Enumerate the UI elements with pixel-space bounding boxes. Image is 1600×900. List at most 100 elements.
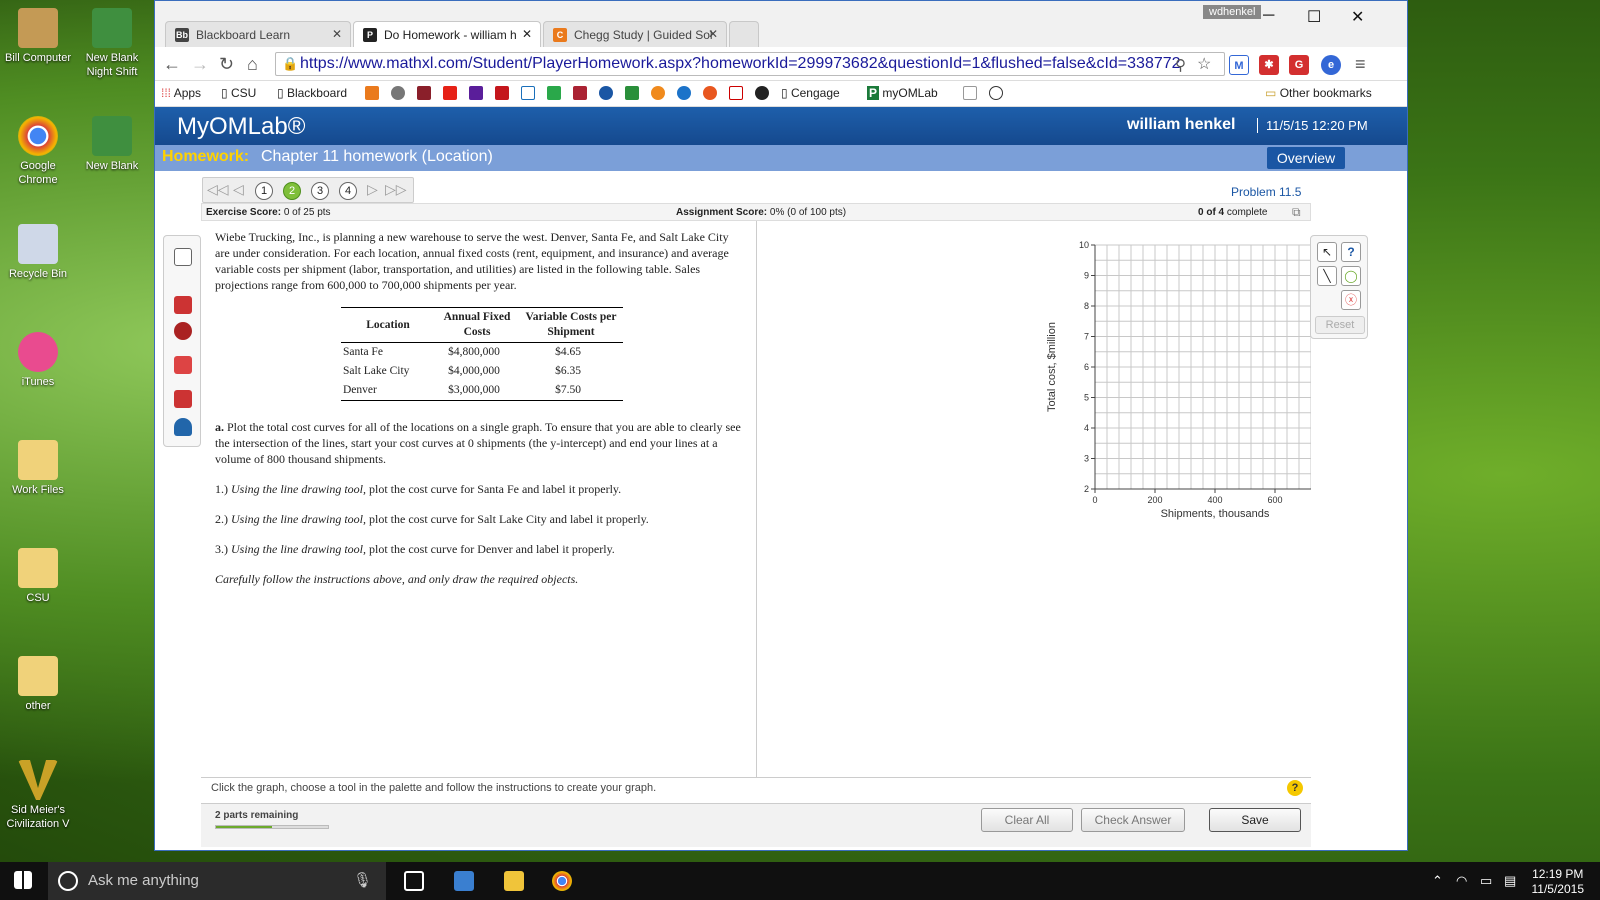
apple-icon[interactable] — [391, 86, 405, 100]
chegg-icon: C — [553, 28, 567, 42]
pencil-icon[interactable] — [174, 248, 192, 266]
dollar-icon[interactable] — [547, 86, 561, 100]
desktop-icon-civilization[interactable]: Sid Meier's Civilization V — [2, 760, 74, 831]
extension-icon[interactable]: e — [1321, 55, 1341, 75]
tab-blackboard[interactable]: Bb Blackboard Learn ✕ — [165, 21, 351, 47]
desktop-icon-new-blank[interactable]: New Blank — [76, 116, 148, 173]
last-question-icon[interactable]: ▷▷ — [385, 181, 407, 198]
popout-icon[interactable]: ⧉ — [1292, 205, 1301, 220]
pointer-tool-icon[interactable]: ↖ — [1317, 242, 1337, 262]
bookmark-icon[interactable] — [703, 86, 717, 100]
question-1-button[interactable]: 1 — [255, 182, 273, 200]
info-icon[interactable] — [521, 86, 535, 100]
bookmark-icon[interactable] — [417, 86, 431, 100]
gmail-icon[interactable]: M — [1229, 55, 1249, 75]
desktop-icon-bill-computer[interactable]: Bill Computer — [2, 8, 74, 65]
calculator-icon[interactable] — [174, 296, 192, 314]
minimize-icon[interactable]: ─ — [1263, 7, 1274, 25]
yahoo-icon[interactable] — [469, 86, 483, 100]
prev-question-icon[interactable]: ◁ — [233, 181, 244, 198]
bookmark-icon[interactable] — [599, 86, 613, 100]
url-bar[interactable]: 🔒 https://www.mathxl.com/Student/PlayerHo… — [275, 52, 1225, 76]
task-view-icon[interactable] — [404, 871, 424, 891]
bookmark-icon[interactable] — [573, 86, 587, 100]
desktop-icon-other[interactable]: other — [2, 656, 74, 713]
question-4-button[interactable]: 4 — [339, 182, 357, 200]
star-icon[interactable]: ☆ — [1197, 54, 1211, 74]
desktop-icon-recycle-bin[interactable]: Recycle Bin — [2, 224, 74, 281]
battery-icon[interactable]: ▭ — [1480, 873, 1492, 889]
chegg-icon[interactable] — [365, 86, 379, 100]
windows-start-icon[interactable] — [14, 871, 32, 889]
menu-icon[interactable]: ≡ — [1355, 54, 1366, 75]
bookmark-other[interactable]: ▭ Other bookmarks — [1265, 86, 1372, 100]
first-question-icon[interactable]: ◁◁ — [207, 181, 229, 198]
back-icon[interactable]: ← — [163, 54, 181, 75]
label-tool-icon[interactable]: ◯ — [1341, 266, 1361, 286]
close-tab-icon[interactable]: ✕ — [332, 27, 342, 41]
cost-graph[interactable]: 02004006008002345678910Shipments, thousa… — [761, 221, 1343, 541]
file-explorer-icon[interactable] — [504, 871, 524, 891]
desktop-icon-google-chrome[interactable]: Google Chrome — [2, 116, 74, 187]
chrome-taskbar-icon[interactable] — [552, 871, 572, 891]
reload-icon[interactable]: ↻ — [219, 54, 234, 75]
line-tool-icon[interactable]: ╲ — [1317, 266, 1337, 286]
extension-icon[interactable]: G — [1289, 55, 1309, 75]
overview-button[interactable]: Overview — [1267, 147, 1345, 169]
desktop-icon-csu[interactable]: CSU — [2, 548, 74, 605]
desktop-icon-new-blank-night-shift[interactable]: New Blank Night Shift — [76, 8, 148, 79]
question-3-button[interactable]: 3 — [311, 182, 329, 200]
home-icon[interactable]: ⌂ — [247, 54, 258, 75]
youtube-icon[interactable] — [443, 86, 457, 100]
print-icon[interactable] — [174, 418, 192, 436]
textbook-icon[interactable] — [174, 356, 192, 374]
delete-tool-icon[interactable]: ⓧ — [1341, 290, 1361, 310]
desktop-icon-itunes[interactable]: iTunes — [2, 332, 74, 389]
bookmark-icon[interactable] — [729, 86, 743, 100]
bookmark-icon[interactable] — [677, 86, 691, 100]
notification-icon[interactable]: ▤ — [1504, 873, 1516, 889]
tab-chegg[interactable]: C Chegg Study | Guided Sol ✕ — [543, 21, 727, 47]
bookmark-blackboard[interactable]: ▯ Blackboard — [277, 86, 347, 100]
close-tab-icon[interactable]: ✕ — [708, 27, 718, 41]
amazon-icon[interactable] — [963, 86, 977, 100]
reset-button[interactable]: Reset — [1315, 316, 1365, 334]
media-icon[interactable] — [174, 322, 192, 340]
espn-icon[interactable] — [495, 86, 509, 100]
question-2-button[interactable]: 2 — [283, 182, 301, 200]
forward-icon[interactable]: → — [191, 54, 209, 75]
check-answer-button[interactable]: Check Answer — [1081, 808, 1185, 832]
bookmark-csu[interactable]: ▯ CSU — [221, 86, 256, 100]
bookmark-myomlab[interactable]: P myOMLab — [867, 86, 938, 100]
clear-all-button[interactable]: Clear All — [981, 808, 1073, 832]
completion-status: 0 of 4 complete — [1198, 207, 1268, 218]
new-tab-button[interactable] — [729, 21, 759, 47]
bookmark-icon[interactable] — [989, 86, 1003, 100]
column-header: Location — [341, 307, 435, 343]
save-button[interactable]: Save — [1209, 808, 1301, 832]
microphone-icon[interactable]: 🎙 — [353, 871, 372, 889]
bookmark-icon[interactable] — [755, 86, 769, 100]
table-row: Santa Fe $4,800,000 $4.65 — [341, 343, 623, 363]
extension-icon[interactable]: ✱ — [1259, 55, 1279, 75]
tab-do-homework[interactable]: P Do Homework - william h ✕ — [353, 21, 541, 47]
play-icon[interactable] — [651, 86, 665, 100]
close-tab-icon[interactable]: ✕ — [522, 27, 532, 41]
taskbar-clock[interactable]: 12:19 PM 11/5/2015 — [1532, 867, 1585, 897]
profile-badge[interactable]: wdhenkel — [1203, 5, 1262, 19]
help-icon[interactable]: ? — [1341, 242, 1361, 262]
bookmark-apps[interactable]: ⁞⁞⁞ Apps — [161, 86, 201, 100]
cortana-search[interactable]: Ask me anything 🎙 — [48, 862, 386, 900]
help-icon[interactable]: ? — [1287, 780, 1303, 796]
store-icon[interactable] — [454, 871, 474, 891]
close-window-icon[interactable]: ✕ — [1351, 7, 1364, 27]
calculator-icon[interactable] — [174, 390, 192, 408]
bookmark-cengage[interactable]: ▯ Cengage — [781, 86, 840, 100]
next-question-icon[interactable]: ▷ — [367, 181, 378, 198]
zoom-icon[interactable]: ⚲ — [1175, 56, 1186, 74]
wifi-icon[interactable]: ◠ — [1456, 873, 1467, 889]
tray-chevron-icon[interactable]: ⌃ — [1432, 873, 1443, 889]
desktop-icon-work-files[interactable]: Work Files — [2, 440, 74, 497]
maximize-icon[interactable]: ☐ — [1307, 7, 1321, 27]
bookmark-icon[interactable] — [625, 86, 639, 100]
